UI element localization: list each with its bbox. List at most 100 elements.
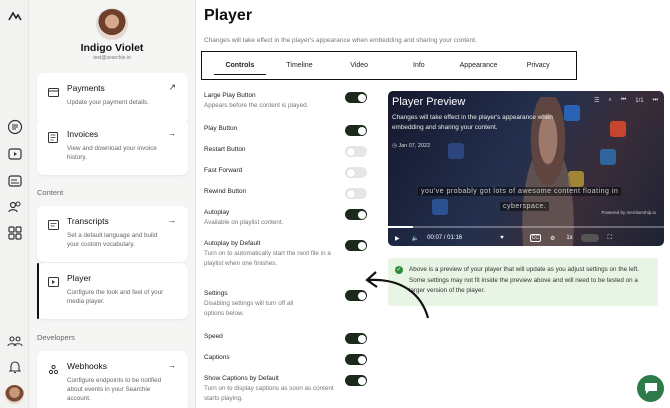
preview-top-controls: ☰ ⌕ ⏮ 1/1 ⏭ — [594, 97, 658, 104]
setting-large-play-button: Large Play Button Appears before the con… — [204, 92, 369, 111]
setting-rewind-button: Rewind Button — [204, 188, 369, 199]
caption-line-2: cyberspace. — [500, 202, 550, 211]
volume-icon[interactable]: 🔈 — [412, 235, 419, 242]
play-icon[interactable]: ▶ — [395, 235, 400, 242]
group-icon[interactable] — [6, 332, 23, 349]
nav-card-webhooks[interactable]: Webhooks Configure endpoints to be notif… — [37, 351, 188, 408]
tab-info[interactable]: Info — [389, 52, 449, 79]
toggle-switch[interactable] — [345, 209, 367, 220]
search-icon[interactable]: ⌕ — [608, 97, 611, 104]
nav-card-title: Invoices — [67, 129, 99, 139]
note-text: Above is a preview of your player that w… — [409, 266, 639, 294]
main-content: Player Changes will take effect in the p… — [196, 0, 670, 408]
credit-card-icon — [48, 84, 59, 97]
date-text: Jan 07, 2022 — [398, 143, 431, 149]
toggle-switch[interactable] — [345, 167, 367, 178]
transcript-icon — [48, 217, 59, 230]
caption-line-1: you've probably got lots of awesome cont… — [418, 187, 622, 196]
progress-bar[interactable] — [388, 226, 664, 228]
next-icon[interactable]: ⏭ — [653, 97, 658, 104]
section-label-developers: Developers — [37, 333, 75, 342]
nav-card-title: Player — [67, 273, 92, 283]
tab-controls[interactable]: Controls — [210, 52, 270, 79]
setting-show-captions-default: Show Captions by Default Turn on to disp… — [204, 375, 369, 403]
floating-app-icon — [600, 149, 616, 165]
tab-appearance[interactable]: Appearance — [449, 52, 509, 79]
tab-video[interactable]: Video — [329, 52, 389, 79]
external-link-icon: ↗ — [168, 82, 176, 92]
setting-captions: Captions — [204, 354, 369, 365]
player-icon — [48, 274, 59, 287]
toggle-switch[interactable] — [345, 375, 367, 386]
section-label-content: Content — [37, 188, 64, 197]
floating-app-icon — [432, 199, 448, 215]
invoice-icon — [48, 130, 59, 143]
setting-desc: Appears before the content is played. — [204, 102, 309, 109]
avatar[interactable] — [96, 8, 128, 40]
player-preview[interactable]: Player Preview ☰ ⌕ ⏮ 1/1 ⏭ Changes will … — [388, 91, 664, 246]
media-icon[interactable] — [6, 145, 23, 162]
setting-desc: Turn on to display captions as soon as c… — [204, 385, 334, 402]
time-display: 00:07 / 01:16 — [427, 235, 463, 241]
clock-icon: ◷ — [392, 143, 397, 149]
nav-card-desc: Configure endpoints to be notified about… — [67, 377, 162, 402]
toggle-switch[interactable] — [345, 333, 367, 344]
tab-timeline[interactable]: Timeline — [270, 52, 330, 79]
nav-card-player[interactable]: Player Configure the look and feel of yo… — [37, 263, 188, 319]
profile-header: Indigo Violet test@searchie.io — [29, 8, 195, 76]
setting-restart-button: Restart Button — [204, 146, 369, 157]
nav-card-desc: Set a default language and build your cu… — [67, 232, 158, 248]
setting-settings: Settings Disabling settings will turn of… — [204, 290, 369, 318]
tab-privacy[interactable]: Privacy — [508, 52, 568, 79]
heart-icon[interactable]: ♥ — [500, 235, 504, 241]
nav-card-invoices[interactable]: Invoices View and download your invoice … — [37, 119, 188, 175]
toggle-switch[interactable] — [345, 240, 367, 251]
fullscreen-icon[interactable]: ⛶ — [608, 235, 612, 242]
webhook-icon — [48, 362, 59, 375]
chat-bubble-icon — [644, 383, 657, 394]
users-icon[interactable] — [6, 198, 23, 215]
speed-display[interactable]: 1x — [566, 235, 572, 241]
toggle-switch[interactable] — [345, 146, 367, 157]
page-subtitle: Changes will take effect in the player's… — [204, 37, 477, 44]
setting-desc: Disabling settings will turn off all opt… — [204, 300, 294, 317]
notifications-icon[interactable] — [6, 358, 23, 375]
previous-icon[interactable]: ⏮ — [621, 97, 626, 104]
setting-autoplay-default: Autoplay by Default Turn on to automatic… — [204, 240, 369, 268]
toggle-switch[interactable] — [345, 92, 367, 103]
chat-launcher-button[interactable] — [637, 375, 664, 402]
gear-icon[interactable]: ⚙ — [550, 235, 555, 242]
logo-icon[interactable] — [6, 7, 23, 24]
captions-icon[interactable] — [6, 172, 23, 189]
profile-email: test@searchie.io — [93, 55, 131, 61]
nav-card-transcripts[interactable]: Transcripts Set a default language and b… — [37, 206, 188, 262]
preview-date: ◷ Jan 07, 2022 — [392, 143, 430, 149]
user-avatar-small[interactable] — [5, 385, 24, 404]
setting-desc: Available on playlist content. — [204, 219, 284, 226]
arrow-right-icon: → — [167, 360, 176, 370]
settings-nav: Indigo Violet test@searchie.io Payments … — [29, 0, 196, 408]
arrow-right-icon: → — [167, 215, 176, 225]
powered-by: Powered by membership.io — [601, 210, 656, 215]
nav-card-payments[interactable]: Payments Update your payment details. ↗ — [37, 73, 188, 124]
settings-tabs: Controls Timeline Video Info Appearance … — [201, 51, 577, 80]
floating-app-icon — [610, 121, 626, 137]
nav-card-desc: Update your payment details. — [67, 99, 149, 106]
page-title: Player — [204, 7, 253, 24]
nav-card-title: Webhooks — [67, 361, 108, 371]
progress-fill — [388, 226, 413, 228]
toggle-switch[interactable] — [345, 354, 367, 365]
toggle-switch[interactable] — [345, 125, 367, 136]
captions-icon[interactable]: CC — [529, 234, 541, 242]
questions-icon[interactable] — [6, 118, 23, 135]
toggle-switch[interactable] — [345, 188, 367, 199]
nav-card-desc: View and download your invoice history. — [67, 145, 157, 161]
theater-toggle[interactable] — [580, 234, 599, 242]
arrow-right-icon: → — [167, 128, 176, 138]
apps-icon[interactable] — [6, 224, 23, 241]
setting-autoplay: Autoplay Available on playlist content. — [204, 209, 369, 228]
icon-rail — [0, 0, 29, 408]
setting-speed: Speed — [204, 333, 369, 344]
playlist-icon[interactable]: ☰ — [594, 97, 599, 104]
playlist-count: 1/1 — [635, 97, 644, 104]
